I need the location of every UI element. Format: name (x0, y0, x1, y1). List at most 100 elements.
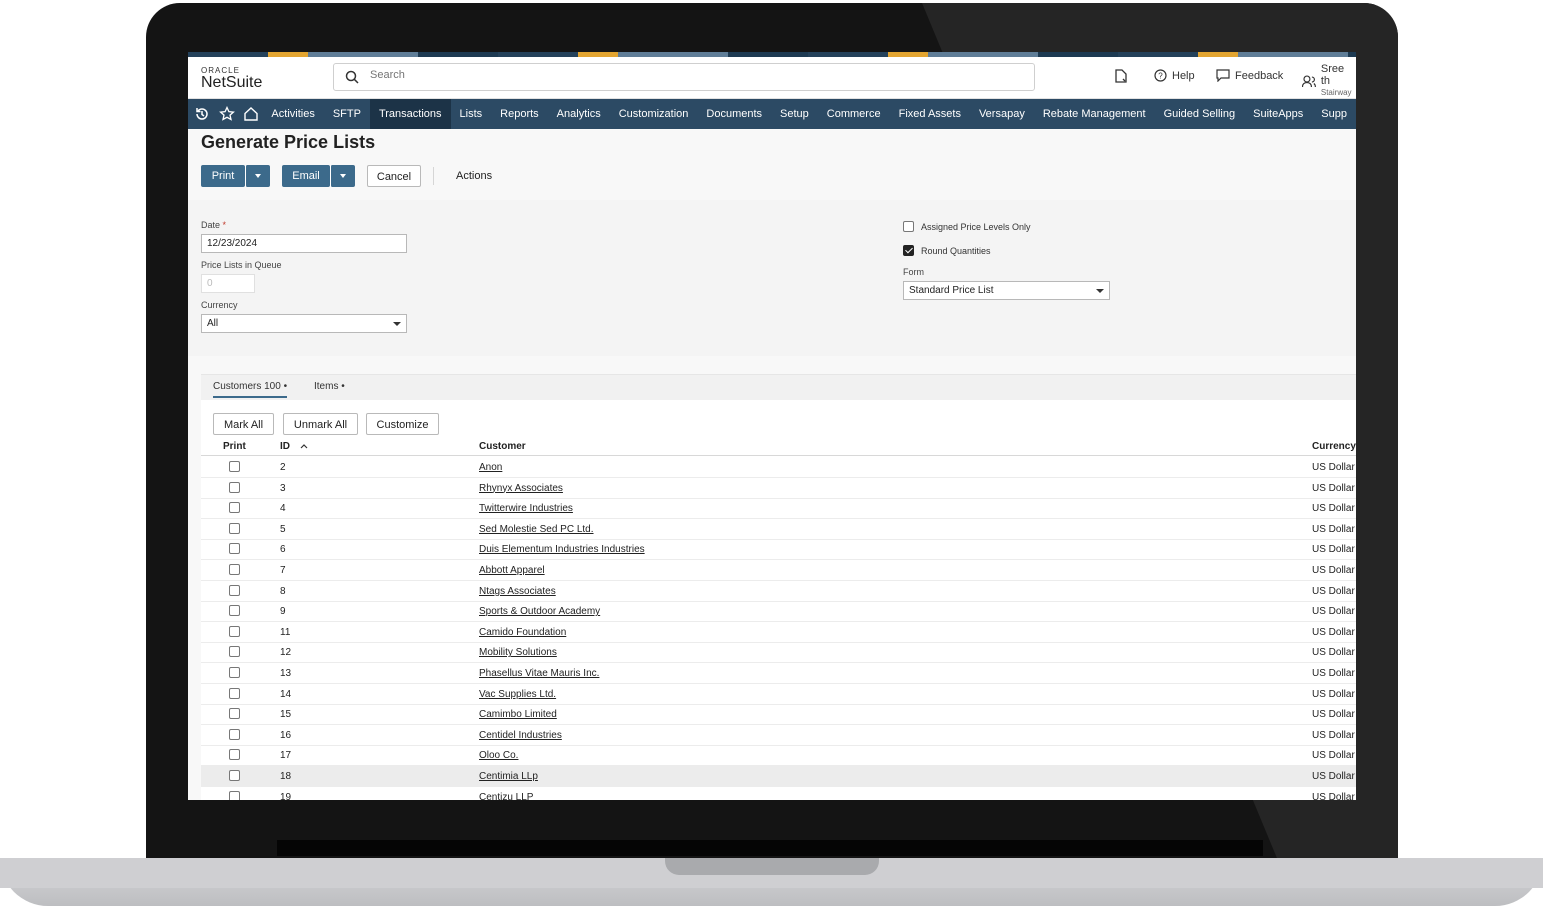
customize-button[interactable]: Customize (366, 413, 439, 435)
form-select[interactable]: Standard Price List (903, 281, 1110, 300)
row-currency: US Dollar (1312, 791, 1355, 800)
nav-rebate-management[interactable]: Rebate Management (1034, 99, 1155, 129)
row-customer-link[interactable]: Camimbo Limited (479, 709, 557, 720)
row-currency: US Dollar (1312, 565, 1355, 576)
tab-items[interactable]: Items • (314, 381, 345, 392)
row-customer-link[interactable]: Sed Molestie Sed PC Ltd. (479, 524, 594, 535)
table-row: 16 Centidel Industries US Dollar (201, 725, 1356, 746)
row-id: 19 (280, 791, 292, 800)
row-customer-link[interactable]: Anon (479, 462, 502, 473)
search-input[interactable] (368, 68, 972, 82)
nav-suiteapps[interactable]: SuiteApps (1244, 99, 1312, 129)
nav-reports[interactable]: Reports (491, 99, 548, 129)
row-print-checkbox[interactable] (229, 522, 240, 534)
user-menu[interactable]: Sree th Stairway (1302, 63, 1356, 99)
row-print-checkbox[interactable] (229, 687, 240, 699)
nav-analytics[interactable]: Analytics (548, 99, 610, 129)
row-print-checkbox[interactable] (229, 790, 240, 800)
recent-button[interactable] (188, 99, 215, 129)
chevron-down-icon (255, 174, 261, 179)
nav-setup[interactable]: Setup (771, 99, 818, 129)
row-print-checkbox[interactable] (229, 667, 240, 678)
row-print-checkbox[interactable] (229, 708, 240, 720)
table-row: 2 Anon US Dollar (201, 457, 1356, 478)
recent-records-button[interactable] (1115, 69, 1127, 83)
row-print-checkbox[interactable] (229, 605, 240, 617)
mark-all-button[interactable]: Mark All (213, 413, 274, 435)
row-print-checkbox[interactable] (229, 481, 240, 493)
row-currency: US Dollar (1312, 626, 1355, 638)
assigned-price-levels-checkbox[interactable] (903, 221, 914, 232)
column-header-id[interactable]: ID (280, 441, 308, 452)
row-print-checkbox[interactable] (229, 461, 240, 472)
row-customer-link[interactable]: Ntags Associates (479, 586, 556, 597)
row-print-checkbox[interactable] (229, 770, 240, 781)
row-id: 15 (280, 709, 292, 721)
print-menu-button[interactable] (245, 165, 270, 187)
row-print-checkbox[interactable] (229, 502, 240, 514)
home-icon (243, 107, 258, 121)
row-customer-link[interactable]: Centizu LLP (479, 792, 533, 800)
round-quantities-label: Round Quantities (921, 246, 991, 256)
help-label: Help (1172, 69, 1195, 82)
row-id: 13 (280, 668, 292, 679)
table-row: 12 Mobility Solutions US Dollar (201, 642, 1356, 664)
row-customer-link[interactable]: Centimia LLp (479, 771, 538, 782)
row-customer-link[interactable]: Phasellus Vitae Mauris Inc. (479, 668, 599, 679)
email-menu-button[interactable] (330, 165, 355, 187)
netsuite-logo[interactable]: ORACLE NetSuite (201, 66, 262, 91)
home-button[interactable] (239, 99, 263, 129)
cancel-button[interactable]: Cancel (367, 165, 421, 187)
row-customer-link[interactable]: Rhynyx Associates (479, 483, 563, 494)
nav-documents[interactable]: Documents (697, 99, 771, 129)
row-customer-link[interactable]: Camido Foundation (479, 627, 566, 638)
row-customer-link[interactable]: Centidel Industries (479, 730, 562, 741)
assigned-price-levels-label: Assigned Price Levels Only (921, 222, 1031, 232)
chevron-down-icon (393, 322, 401, 326)
print-button[interactable]: Print (201, 165, 245, 187)
user-name: Sree th (1320, 63, 1345, 87)
row-customer-link[interactable]: Duis Elementum Industries Industries (479, 544, 645, 555)
nav-customization[interactable]: Customization (610, 99, 698, 129)
row-customer-link[interactable]: Vac Supplies Ltd. (479, 689, 556, 700)
table-row: 7 Abbott Apparel US Dollar (201, 560, 1356, 581)
row-customer-link[interactable]: Sports & Outdoor Academy (479, 606, 600, 617)
tab-customers[interactable]: Customers 100 • (213, 381, 288, 398)
actions-menu[interactable]: Actions (456, 170, 492, 182)
row-print-checkbox[interactable] (229, 564, 240, 575)
row-customer-link[interactable]: Mobility Solutions (479, 647, 557, 658)
nav-support[interactable]: Supp (1312, 99, 1356, 129)
column-header-customer[interactable]: Customer (479, 441, 526, 452)
round-quantities-checkbox[interactable] (903, 245, 914, 256)
row-print-checkbox[interactable] (229, 728, 240, 740)
row-print-checkbox[interactable] (229, 543, 240, 555)
row-customer-link[interactable]: Oloo Co. (479, 750, 518, 761)
row-customer-link[interactable]: Abbott Apparel (479, 565, 545, 576)
row-currency: US Dollar (1312, 750, 1355, 762)
date-field[interactable]: 12/23/2024 (201, 234, 407, 253)
row-print-checkbox[interactable] (229, 749, 240, 761)
subtabs: Customers 100 • Items • (201, 374, 1356, 401)
column-header-currency[interactable]: Currency (1312, 441, 1356, 452)
currency-select[interactable]: All (201, 314, 407, 333)
nav-sftp[interactable]: SFTP (324, 99, 370, 129)
favorites-button[interactable] (215, 99, 239, 129)
row-print-checkbox[interactable] (229, 625, 240, 637)
nav-lists[interactable]: Lists (451, 99, 492, 129)
nav-guided-selling[interactable]: Guided Selling (1155, 99, 1245, 129)
nav-activities[interactable]: Activities (262, 99, 323, 129)
help-button[interactable]: ? Help (1154, 69, 1195, 82)
row-id: 12 (280, 647, 292, 659)
feedback-button[interactable]: Feedback (1216, 69, 1283, 82)
nav-commerce[interactable]: Commerce (818, 99, 890, 129)
email-button[interactable]: Email (282, 165, 330, 187)
row-customer-link[interactable]: Twitterwire Industries (479, 503, 573, 514)
unmark-all-button[interactable]: Unmark All (283, 413, 358, 435)
nav-versapay[interactable]: Versapay (970, 99, 1034, 129)
row-print-checkbox[interactable] (229, 584, 240, 596)
nav-transactions[interactable]: Transactions (369, 99, 451, 129)
row-print-checkbox[interactable] (229, 646, 240, 658)
column-header-print[interactable]: Print (223, 441, 246, 452)
nav-fixed-assets[interactable]: Fixed Assets (890, 99, 970, 129)
global-search[interactable] (333, 63, 1035, 91)
